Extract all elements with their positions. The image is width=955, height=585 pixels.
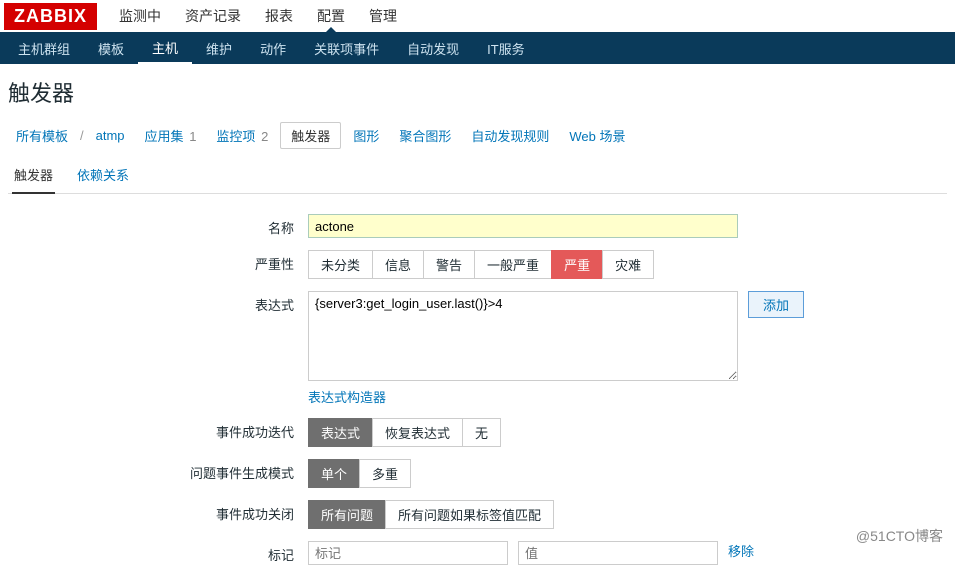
sevgroup-opt-5[interactable]: 灾难 xyxy=(602,250,654,279)
sub-tabs: 触发器 依赖关系 xyxy=(8,159,947,194)
watermark: @51CTO博客 xyxy=(856,526,943,546)
label-ok-iter: 事件成功迭代 xyxy=(8,418,308,447)
ok-iter-group: 表达式恢复表达式无 xyxy=(308,418,501,447)
crumb-template[interactable]: atmp xyxy=(88,124,133,147)
ok-close-group: 所有问题所有问题如果标签值匹配 xyxy=(308,500,554,529)
crumb-discovery[interactable]: 自动发现规则 xyxy=(463,122,557,149)
topnav-3[interactable]: 配置 xyxy=(305,0,357,33)
tag-name-input[interactable] xyxy=(308,541,508,565)
top-nav: 监测中资产记录报表配置管理 xyxy=(107,0,409,33)
subnav-1[interactable]: 模板 xyxy=(84,32,138,65)
logo: ZABBIX xyxy=(4,3,97,30)
page-content: 触发器 所有模板 / atmp 应用集 1 监控项 2 触发器 图形 聚合图形 … xyxy=(0,64,955,585)
subnav-0[interactable]: 主机群组 xyxy=(4,32,84,65)
subnav-3[interactable]: 维护 xyxy=(192,32,246,65)
breadcrumb: 所有模板 / atmp 应用集 1 监控项 2 触发器 图形 聚合图形 自动发现… xyxy=(8,122,947,149)
crumb-apps[interactable]: 应用集 1 xyxy=(137,122,205,149)
problem-mode-group: 单个多重 xyxy=(308,459,411,488)
crumb-all-templates[interactable]: 所有模板 xyxy=(8,122,76,149)
pmode-opt-1[interactable]: 多重 xyxy=(359,459,411,488)
sevgroup-opt-4[interactable]: 严重 xyxy=(551,250,603,279)
topbar: ZABBIX 监测中资产记录报表配置管理 xyxy=(0,0,955,32)
label-ok-close: 事件成功关闭 xyxy=(8,500,308,529)
crumb-sep: / xyxy=(80,128,84,143)
sub-nav: 主机群组模板主机维护动作关联项事件自动发现IT服务 xyxy=(0,32,955,64)
topnav-2[interactable]: 报表 xyxy=(253,0,305,33)
subnav-6[interactable]: 自动发现 xyxy=(393,32,473,65)
subnav-5[interactable]: 关联项事件 xyxy=(300,32,393,65)
label-problem-mode: 问题事件生成模式 xyxy=(8,459,308,488)
crumb-triggers[interactable]: 触发器 xyxy=(280,122,341,149)
crumb-items[interactable]: 监控项 2 xyxy=(208,122,276,149)
okiter-opt-0[interactable]: 表达式 xyxy=(308,418,373,447)
okiter-opt-1[interactable]: 恢复表达式 xyxy=(372,418,463,447)
topnav-1[interactable]: 资产记录 xyxy=(173,0,253,33)
add-button[interactable]: 添加 xyxy=(748,291,804,318)
tag-value-input[interactable] xyxy=(518,541,718,565)
crumb-web[interactable]: Web 场景 xyxy=(561,122,633,149)
subnav-2[interactable]: 主机 xyxy=(138,31,192,65)
sevgroup-opt-3[interactable]: 一般严重 xyxy=(474,250,552,279)
expression-input[interactable] xyxy=(308,291,738,381)
tab-dependencies[interactable]: 依赖关系 xyxy=(75,159,131,193)
crumb-agg-graphs[interactable]: 聚合图形 xyxy=(391,122,459,149)
severity-group: 未分类信息警告一般严重严重灾难 xyxy=(308,250,654,279)
okiter-opt-2[interactable]: 无 xyxy=(462,418,501,447)
label-severity: 严重性 xyxy=(8,250,308,279)
sevgroup-opt-1[interactable]: 信息 xyxy=(372,250,424,279)
topnav-0[interactable]: 监测中 xyxy=(107,0,173,33)
subnav-4[interactable]: 动作 xyxy=(246,32,300,65)
name-input[interactable] xyxy=(308,214,738,238)
label-expression: 表达式 xyxy=(8,291,308,406)
okclose-opt-0[interactable]: 所有问题 xyxy=(308,500,386,529)
okclose-opt-1[interactable]: 所有问题如果标签值匹配 xyxy=(385,500,554,529)
subnav-7[interactable]: IT服务 xyxy=(473,32,539,65)
topnav-4[interactable]: 管理 xyxy=(357,0,409,33)
sevgroup-opt-2[interactable]: 警告 xyxy=(423,250,475,279)
crumb-graphs[interactable]: 图形 xyxy=(345,122,387,149)
label-tags: 标记 xyxy=(8,541,308,565)
page-title: 触发器 xyxy=(8,76,947,108)
expression-builder-link[interactable]: 表达式构造器 xyxy=(308,390,386,405)
sevgroup-opt-0[interactable]: 未分类 xyxy=(308,250,373,279)
remove-tag-link[interactable]: 移除 xyxy=(728,541,754,560)
tab-trigger[interactable]: 触发器 xyxy=(12,159,55,194)
label-name: 名称 xyxy=(8,214,308,238)
pmode-opt-0[interactable]: 单个 xyxy=(308,459,360,488)
